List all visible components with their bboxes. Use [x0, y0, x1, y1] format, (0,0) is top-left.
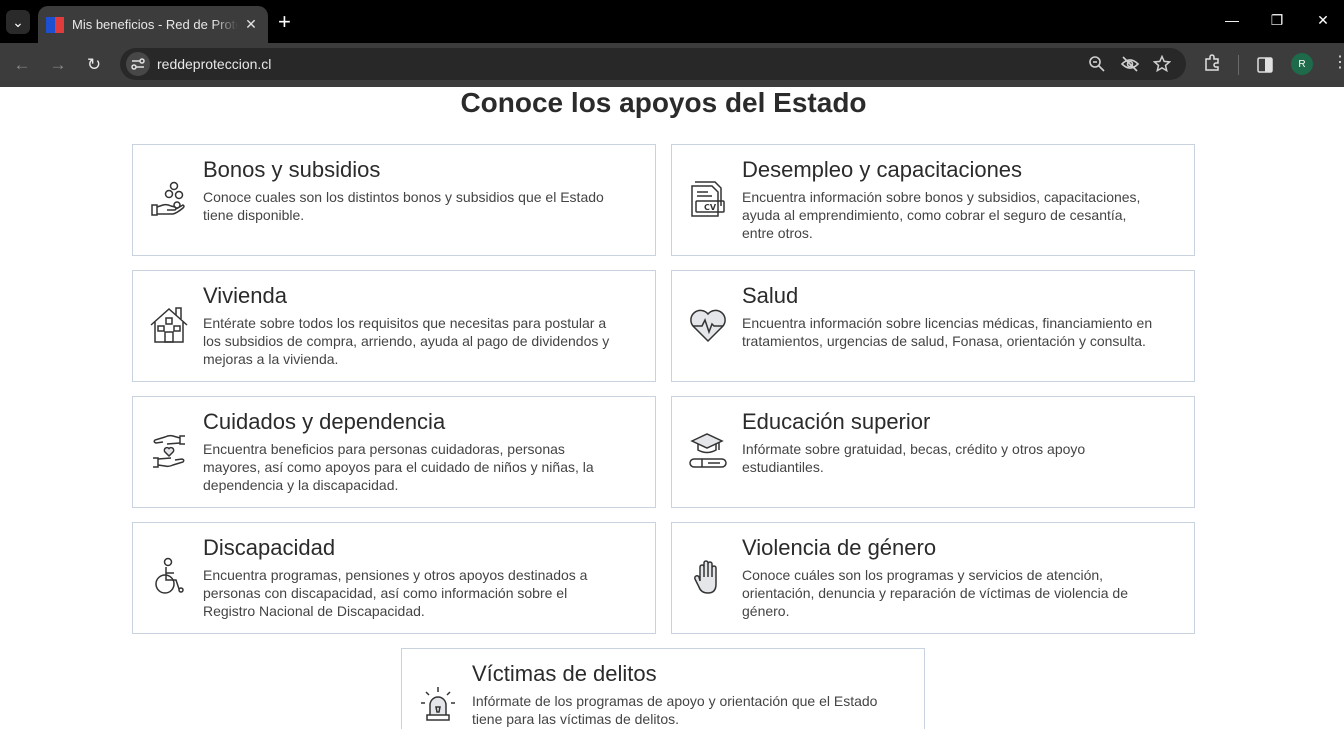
address-bar[interactable]: reddeproteccion.cl — [120, 48, 1186, 80]
cv-document-icon: CV — [691, 181, 725, 217]
coins-hand-icon — [151, 181, 185, 216]
card-description: Encuentra información sobre bonos y subs… — [742, 189, 1141, 241]
card-description: Conoce cuáles son los programas y servic… — [742, 567, 1129, 619]
browser-menu-icon[interactable]: ⋮ — [1332, 55, 1344, 71]
reload-button[interactable]: ↻ — [84, 55, 104, 75]
house-icon — [150, 307, 188, 343]
extensions-icon[interactable] — [1203, 54, 1221, 72]
card-title: Desempleo y capacitaciones — [742, 157, 1023, 182]
page-title: Conoce los apoyos del Estado — [460, 87, 867, 118]
card-title: Cuidados y dependencia — [203, 409, 446, 434]
card-salud[interactable]: Salud Encuentra información sobre licenc… — [671, 270, 1195, 382]
close-window-button[interactable]: ✕ — [1313, 12, 1333, 29]
site-settings-icon[interactable] — [126, 52, 150, 76]
caring-hands-icon — [153, 434, 185, 468]
card-description: Entérate sobre todos los requisitos que … — [203, 315, 610, 367]
card-description: Conoce cuales son los distintos bonos y … — [203, 189, 604, 223]
eye-off-icon[interactable] — [1120, 55, 1140, 73]
card-description: Encuentra programas, pensiones y otros a… — [203, 567, 588, 619]
toolbar-divider — [1238, 55, 1239, 75]
back-button[interactable]: ← — [12, 55, 32, 75]
browser-toolbar: ← → ↻ reddeproteccion.cl — [0, 43, 1344, 87]
card-title: Violencia de género — [742, 535, 937, 560]
heart-pulse-icon — [690, 309, 726, 343]
card-description: Infórmate sobre gratuidad, becas, crédit… — [742, 441, 1086, 475]
tab-title: Mis beneficios - Red de Protección — [72, 17, 238, 32]
new-tab-button[interactable]: + — [278, 11, 291, 33]
page-content: Conoce los apoyos del Estado Bonos y sub… — [0, 87, 1344, 729]
card-title: Discapacidad — [203, 535, 336, 560]
browser-tab[interactable]: Mis beneficios - Red de Protección ✕ — [38, 6, 268, 43]
tab-search-button[interactable]: ⌄ — [6, 10, 30, 34]
tab-bar: ⌄ Mis beneficios - Red de Protección ✕ +… — [0, 0, 1344, 43]
forward-button[interactable]: → — [48, 55, 68, 75]
card-title: Bonos y subsidios — [203, 157, 381, 182]
wheelchair-icon — [155, 557, 184, 594]
profile-avatar[interactable]: R — [1291, 53, 1313, 75]
card-educacion-superior[interactable]: Educación superior Infórmate sobre gratu… — [671, 396, 1195, 508]
side-panel-icon[interactable] — [1256, 56, 1274, 74]
graduation-cap-icon — [689, 433, 727, 468]
stop-hand-icon — [694, 560, 717, 594]
zoom-icon[interactable] — [1088, 55, 1106, 73]
card-victimas-de-delitos[interactable]: Víctimas de delitos Infórmate de los pro… — [401, 648, 925, 729]
minimize-button[interactable]: — — [1222, 12, 1242, 28]
site-favicon-icon — [46, 16, 64, 33]
card-bonos-y-subsidios[interactable]: Bonos y subsidios Conoce cuales son los … — [132, 144, 656, 256]
chevron-down-icon: ⌄ — [12, 14, 24, 30]
cv-label: CV — [704, 203, 717, 212]
card-title: Víctimas de delitos — [472, 661, 657, 686]
card-description: Encuentra información sobre licencias mé… — [742, 315, 1153, 349]
card-description: Infórmate de los programas de apoyo y or… — [472, 693, 878, 727]
card-cuidados-y-dependencia[interactable]: Cuidados y dependencia Encuentra benefic… — [132, 396, 656, 508]
card-desempleo-y-capacitaciones[interactable]: CV Desempleo y capacitaciones Encuentra … — [671, 144, 1195, 256]
alarm-siren-icon — [421, 687, 455, 721]
bookmark-star-icon[interactable] — [1153, 55, 1171, 73]
card-description: Encuentra beneficios para personas cuida… — [203, 441, 594, 493]
card-violencia-de-genero[interactable]: Violencia de género Conoce cuáles son lo… — [671, 522, 1195, 634]
card-title: Educación superior — [742, 409, 931, 434]
url-text: reddeproteccion.cl — [157, 56, 272, 72]
restore-button[interactable]: ❐ — [1267, 12, 1287, 29]
card-title: Vivienda — [203, 283, 287, 308]
card-title: Salud — [742, 283, 799, 308]
card-discapacidad[interactable]: Discapacidad Encuentra programas, pensio… — [132, 522, 656, 634]
tab-close-icon[interactable]: ✕ — [242, 16, 260, 33]
card-vivienda[interactable]: Vivienda Entérate sobre todos los requis… — [132, 270, 656, 382]
